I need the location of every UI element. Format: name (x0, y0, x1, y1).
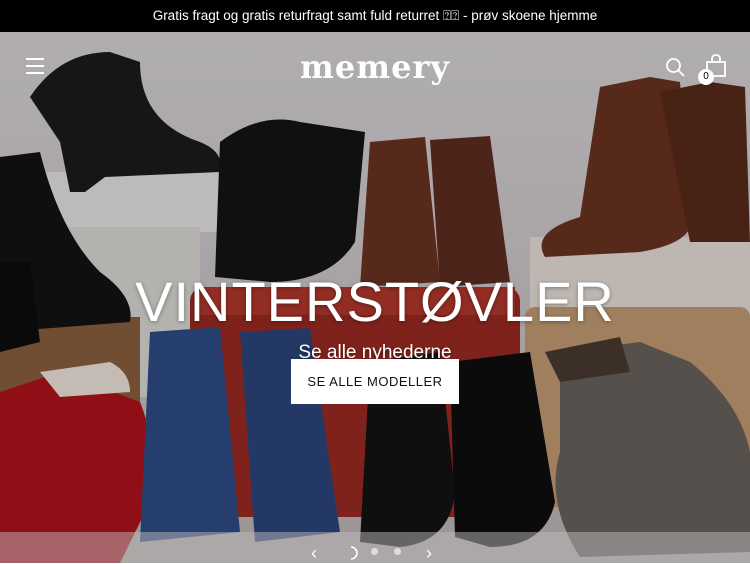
cart-count-badge: 0 (698, 69, 714, 85)
hero-title: VINTERSTØVLER (135, 270, 615, 333)
slide-dot-2[interactable] (371, 548, 378, 555)
logo[interactable]: memery (0, 48, 750, 86)
announcement-bar: Gratis fragt og gratis returfragt samt f… (0, 0, 750, 32)
announcement-text: Gratis fragt og gratis returfragt samt f… (152, 8, 598, 23)
search-icon[interactable] (665, 57, 685, 77)
chevron-right-icon[interactable]: › (426, 543, 432, 564)
see-all-models-button[interactable]: SE ALLE MODELLER (291, 359, 459, 404)
slide-dots (344, 546, 414, 560)
hero-banner[interactable]: VINTERSTØVLER Se alle nyhederne (0, 32, 750, 563)
slide-dot-3[interactable] (394, 548, 401, 555)
site-header: memery 0 (0, 32, 750, 104)
slide-progress-dot[interactable] (344, 546, 358, 560)
chevron-left-icon[interactable]: ‹ (311, 543, 317, 564)
